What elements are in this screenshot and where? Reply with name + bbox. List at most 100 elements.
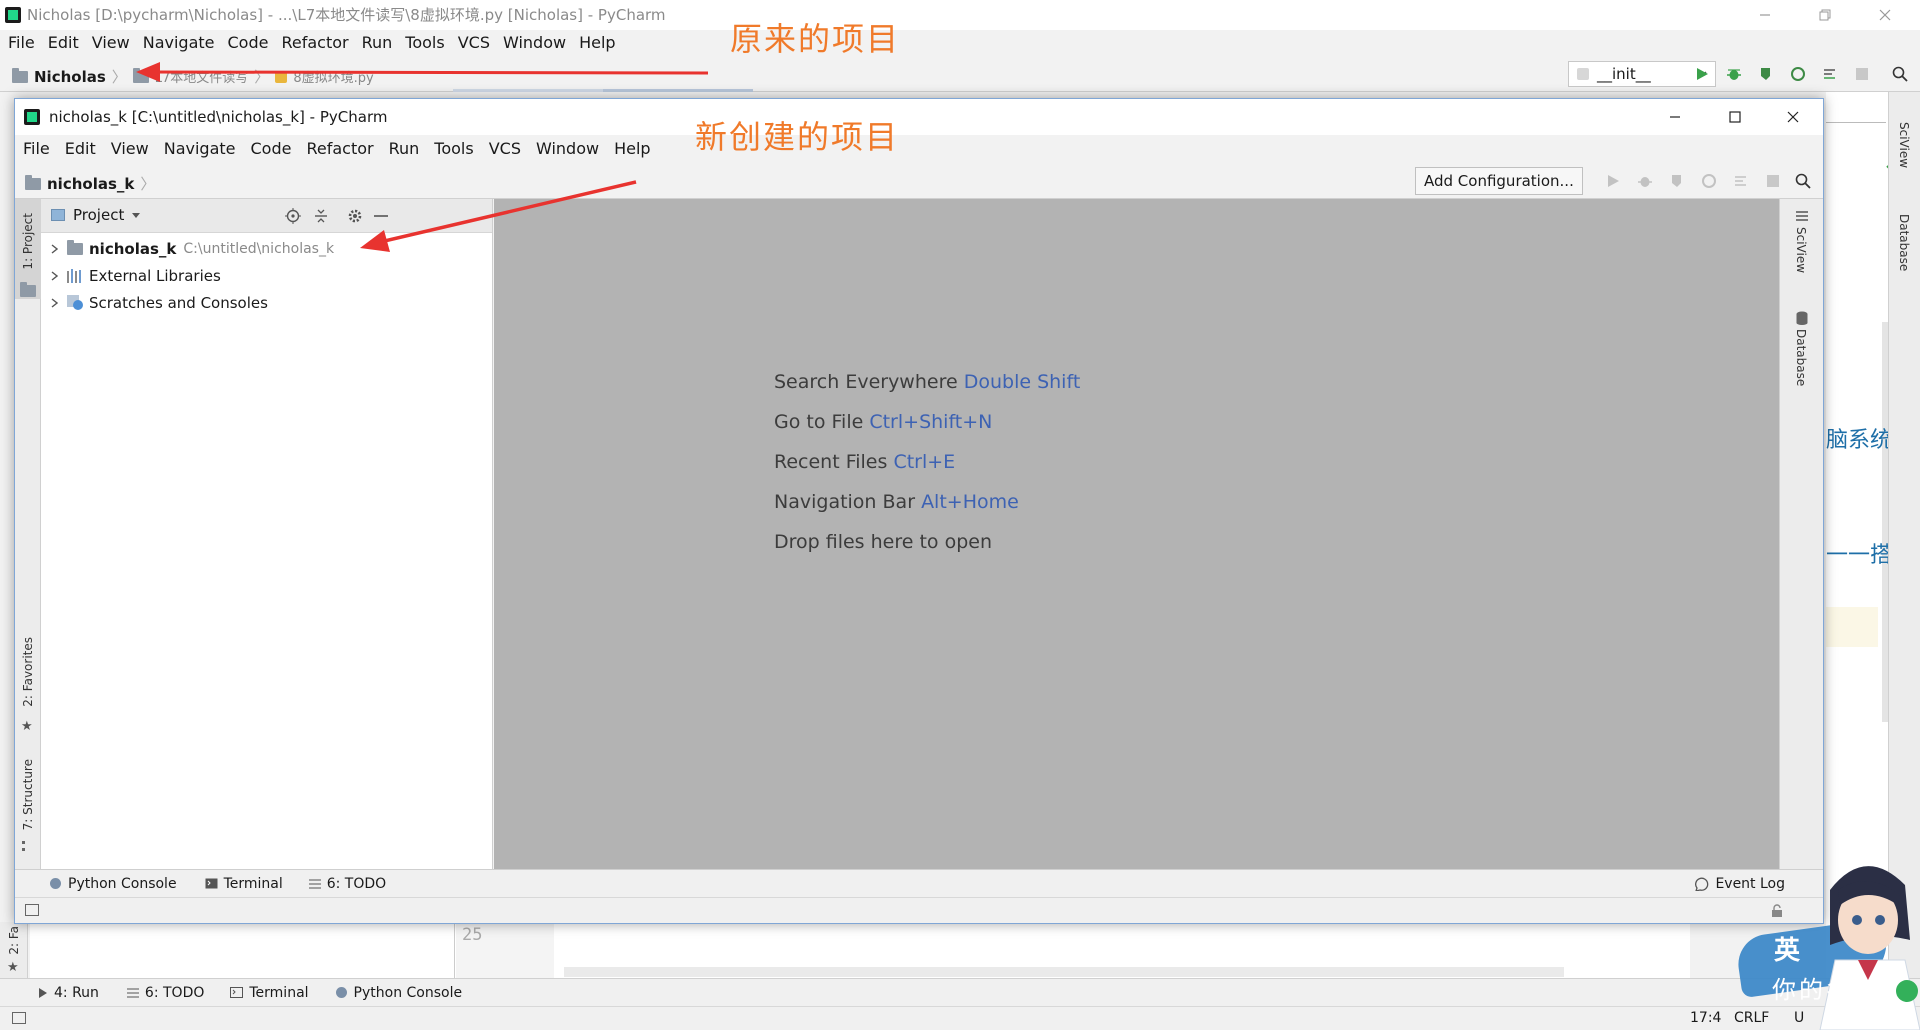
search-icon[interactable] xyxy=(1886,60,1914,88)
chevron-right-icon[interactable] xyxy=(41,297,67,308)
run-config-name: __init__ xyxy=(1597,65,1651,83)
tool-tab-python-console[interactable]: Python Console xyxy=(49,876,177,892)
tool-tab-project-active[interactable]: 1: Project xyxy=(15,199,41,299)
editor-empty-area[interactable]: Search Everywhere Double Shift Go to Fil… xyxy=(494,199,1779,869)
menu-help[interactable]: Help xyxy=(579,30,615,56)
tab-underline xyxy=(453,89,603,92)
menu-vcs[interactable]: VCS xyxy=(489,135,521,163)
restore-button[interactable] xyxy=(1795,0,1855,30)
folder-icon xyxy=(20,282,36,297)
terminal-icon xyxy=(230,987,244,998)
menu-refactor[interactable]: Refactor xyxy=(306,135,373,163)
hint-text: Go to File xyxy=(774,411,864,433)
menu-view[interactable]: View xyxy=(92,30,130,56)
minimize-button[interactable] xyxy=(1735,0,1795,30)
close-button[interactable] xyxy=(1855,0,1915,30)
tool-tab-database[interactable]: Database xyxy=(1794,329,1808,386)
tool-tab-database[interactable]: Database xyxy=(1897,214,1911,271)
pycharm-logo-icon xyxy=(24,109,40,125)
menu-code[interactable]: Code xyxy=(228,30,269,56)
menu-vcs[interactable]: VCS xyxy=(458,30,490,56)
tree-item-project-root[interactable]: nicholas_k C:\untitled\nicholas_k xyxy=(41,235,492,262)
menu-window[interactable]: Window xyxy=(536,135,599,163)
project-header-label: Project xyxy=(73,206,125,224)
run-toolbar xyxy=(1599,167,1787,195)
caret-position[interactable]: 17:4 xyxy=(1690,1010,1721,1026)
menu-tools[interactable]: Tools xyxy=(434,135,473,163)
project-panel-header: Project xyxy=(41,199,492,233)
menu-tools[interactable]: Tools xyxy=(405,30,444,56)
tool-tab-terminal[interactable]: Terminal xyxy=(205,876,283,892)
profile-icon[interactable] xyxy=(1784,60,1812,88)
menu-help[interactable]: Help xyxy=(614,135,650,163)
tool-tab-sciview[interactable]: SciView xyxy=(1794,227,1808,273)
toggle-panels-icon[interactable] xyxy=(12,1012,26,1024)
tool-tab-favorites[interactable]: 2: Fa xyxy=(7,926,21,955)
breadcrumb-folder[interactable]: L7本地文件读写 xyxy=(155,67,249,86)
menu-view[interactable]: View xyxy=(111,135,149,163)
minimize-button[interactable] xyxy=(1645,99,1705,135)
menu-navigate[interactable]: Navigate xyxy=(164,135,236,163)
search-icon[interactable] xyxy=(1789,167,1817,195)
menu-run[interactable]: Run xyxy=(389,135,420,163)
front-statusbar xyxy=(15,897,1823,923)
tool-tab-python-console[interactable]: Python Console xyxy=(335,985,462,1001)
tool-tab-sciview[interactable]: SciView xyxy=(1897,122,1911,168)
hide-panel-icon[interactable] xyxy=(367,202,395,230)
menu-refactor[interactable]: Refactor xyxy=(281,30,348,56)
tool-tab-todo[interactable]: 6: TODO xyxy=(126,985,204,1001)
maximize-button[interactable] xyxy=(1705,99,1765,135)
menu-code[interactable]: Code xyxy=(251,135,292,163)
star-icon: ★ xyxy=(7,960,19,975)
menu-edit[interactable]: Edit xyxy=(48,30,79,56)
stop-icon[interactable] xyxy=(1848,60,1876,88)
run-icon[interactable] xyxy=(1599,167,1627,195)
tool-tab-favorites[interactable]: 2: Favorites xyxy=(21,637,35,707)
tool-tab-todo[interactable]: 6: TODO xyxy=(308,876,386,892)
folder-icon xyxy=(12,67,28,83)
tree-item-scratches[interactable]: Scratches and Consoles xyxy=(41,289,492,316)
chevron-right-icon[interactable] xyxy=(41,243,67,254)
collapse-all-icon[interactable] xyxy=(307,202,335,230)
debug-icon[interactable] xyxy=(1631,167,1659,195)
close-button[interactable] xyxy=(1763,99,1823,135)
coverage-icon[interactable] xyxy=(1752,60,1780,88)
hint-text: Search Everywhere xyxy=(774,371,958,393)
concurrency-icon[interactable] xyxy=(1816,60,1844,88)
mascot-badge xyxy=(1896,980,1918,1002)
gear-icon[interactable] xyxy=(341,202,369,230)
chevron-right-icon[interactable] xyxy=(41,270,67,281)
menu-run[interactable]: Run xyxy=(362,30,393,56)
coverage-icon[interactable] xyxy=(1663,167,1691,195)
debug-icon[interactable] xyxy=(1720,60,1748,88)
tool-tab-terminal[interactable]: Terminal xyxy=(230,985,309,1001)
hint-shortcut: Double Shift xyxy=(963,371,1081,393)
locate-icon[interactable] xyxy=(279,202,307,230)
tree-item-external-libraries[interactable]: External Libraries xyxy=(41,262,492,289)
menu-file[interactable]: File xyxy=(23,135,50,163)
run-icon[interactable] xyxy=(1688,60,1716,88)
front-navbar: nicholas_k 〉 Add Configuration... xyxy=(15,163,1823,199)
structure-icon xyxy=(22,841,32,851)
concurrency-icon[interactable] xyxy=(1727,167,1755,195)
menu-file[interactable]: File xyxy=(8,30,35,56)
project-panel: Project nicholas_k C:\untitled\nicholas_… xyxy=(41,199,493,869)
horizontal-scrollbar[interactable] xyxy=(564,967,1564,977)
stop-icon[interactable] xyxy=(1759,167,1787,195)
tool-tab-structure[interactable]: 7: Structure xyxy=(21,759,35,830)
toggle-panels-icon[interactable] xyxy=(25,904,39,916)
back-bottom-toolbar: 4: Run 6: TODO Terminal Python Console xyxy=(0,978,1920,1006)
breadcrumb-project[interactable]: nicholas_k xyxy=(47,175,134,193)
add-configuration-button[interactable]: Add Configuration... xyxy=(1415,167,1583,195)
project-view-selector[interactable]: Project xyxy=(51,206,141,224)
back-statusbar: 17:4 CRLF U xyxy=(0,1006,1920,1030)
tool-tab-run[interactable]: 4: Run xyxy=(38,985,99,1001)
profile-icon[interactable] xyxy=(1695,167,1723,195)
menu-navigate[interactable]: Navigate xyxy=(143,30,215,56)
breadcrumb-file[interactable]: 8虚拟环境.py xyxy=(293,67,373,86)
breadcrumb-project[interactable]: Nicholas xyxy=(34,68,106,86)
menu-window[interactable]: Window xyxy=(503,30,566,56)
menu-edit[interactable]: Edit xyxy=(65,135,96,163)
annotation-new-project: 新创建的项目 xyxy=(695,118,900,156)
star-icon: ★ xyxy=(21,719,33,734)
